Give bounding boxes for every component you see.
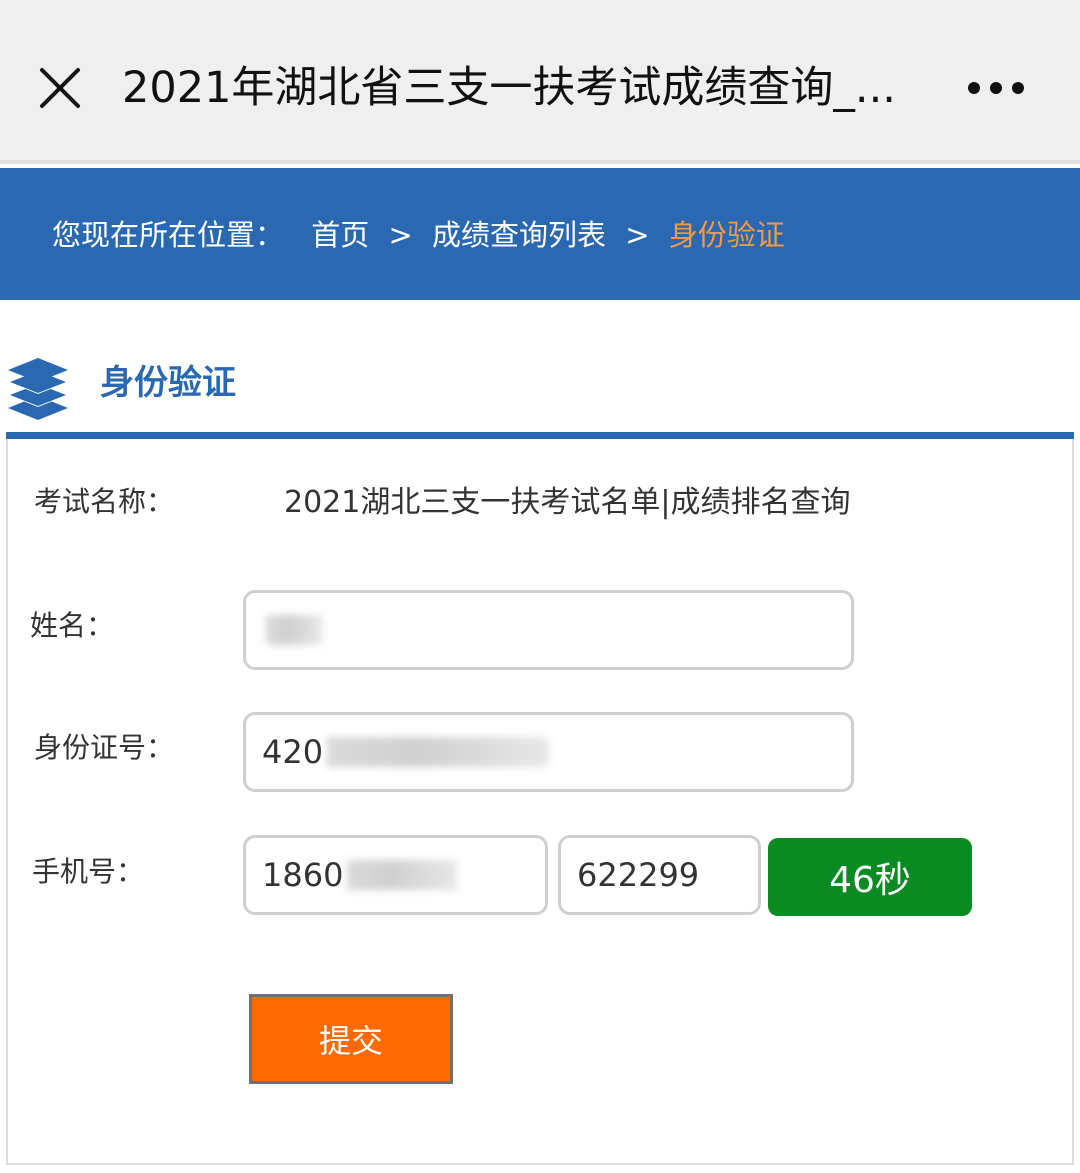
breadcrumb-separator: >	[625, 218, 650, 252]
name-field[interactable]	[243, 590, 854, 670]
more-options-icon[interactable]	[966, 78, 1026, 98]
name-label: 姓名：	[30, 609, 115, 642]
close-icon[interactable]	[38, 66, 82, 110]
layers-icon	[8, 358, 68, 420]
redacted-name	[266, 615, 322, 645]
section-divider	[6, 432, 1074, 439]
breadcrumb-score-list[interactable]: 成绩查询列表	[432, 211, 606, 259]
id-number-field-value: 420	[262, 733, 324, 771]
breadcrumb: 您现在所在位置： 首页 > 成绩查询列表 > 身份验证	[52, 211, 785, 259]
submit-button[interactable]: 提交	[249, 994, 453, 1084]
exam-name-label: 考试名称：	[34, 485, 175, 518]
phone-field-value: 1860	[262, 856, 344, 894]
breadcrumb-prefix: 您现在所在位置：	[52, 218, 285, 252]
verification-code-value: 622299	[577, 856, 700, 894]
breadcrumb-bar: 您现在所在位置： 首页 > 成绩查询列表 > 身份验证	[0, 168, 1080, 300]
redacted-phone	[347, 860, 458, 890]
countdown-button[interactable]: 46秒	[768, 838, 972, 916]
verification-code-field[interactable]: 622299	[558, 835, 761, 915]
phone-label: 手机号：	[32, 855, 145, 888]
title-bar: 2021年湖北省三支一扶考试成绩查询_...	[0, 0, 1080, 164]
breadcrumb-separator: >	[388, 218, 413, 252]
phone-field[interactable]: 1860	[243, 835, 548, 915]
breadcrumb-home[interactable]: 首页	[311, 211, 369, 259]
page-title: 2021年湖北省三支一扶考试成绩查询_...	[122, 63, 896, 113]
breadcrumb-current: 身份验证	[668, 218, 785, 252]
id-number-label: 身份证号：	[34, 731, 175, 764]
form-panel	[6, 439, 1074, 1165]
section-title: 身份验证	[100, 363, 236, 403]
exam-name-value: 2021湖北三支一扶考试名单|成绩排名查询	[284, 485, 851, 520]
redacted-id-number	[327, 737, 550, 767]
id-number-field[interactable]: 420	[243, 712, 854, 792]
